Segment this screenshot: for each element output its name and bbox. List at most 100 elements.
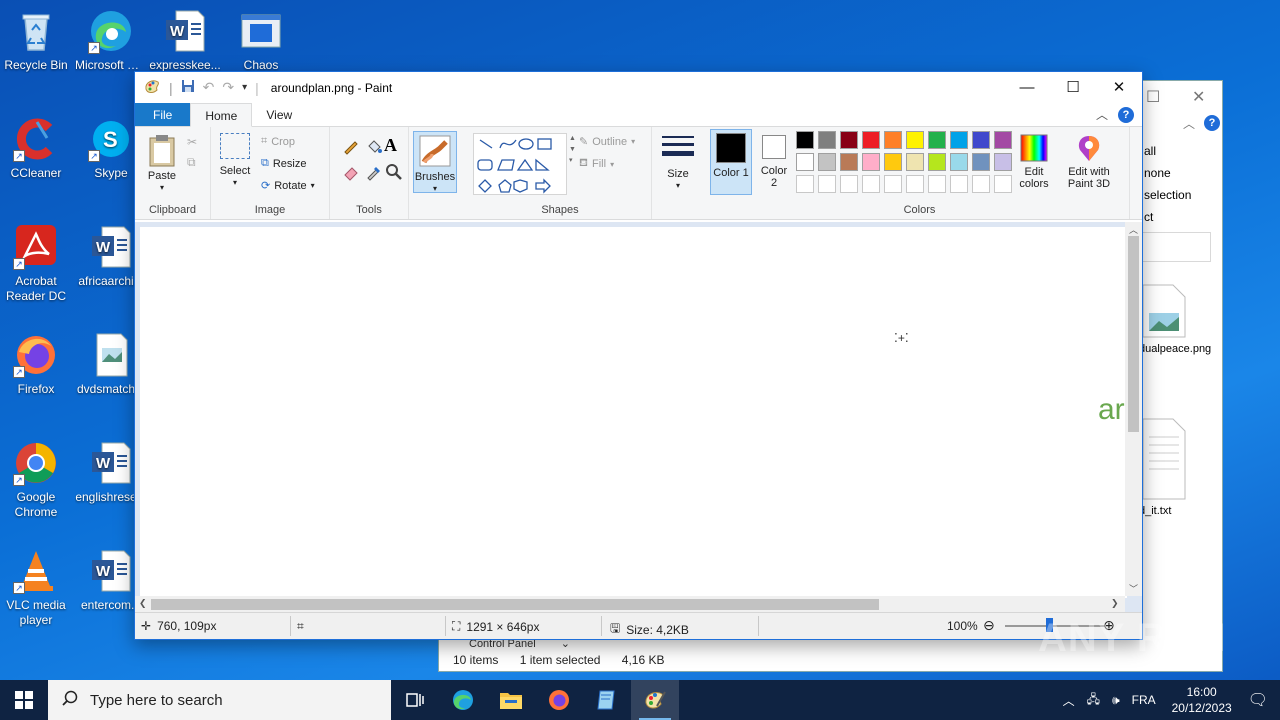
custom-color-slot[interactable] bbox=[994, 175, 1012, 193]
shapes-scroll[interactable]: ▲ ▼ ▾ bbox=[569, 133, 576, 166]
desktop-icon-expresskee[interactable]: W expresskee... bbox=[149, 8, 221, 73]
taskbar-app[interactable] bbox=[583, 680, 631, 720]
taskbar-firefox[interactable] bbox=[535, 680, 583, 720]
custom-color-slot[interactable] bbox=[796, 175, 814, 193]
paste-button[interactable]: Paste ▾ bbox=[143, 133, 181, 194]
fill-button[interactable]: ⛾ Fill ▾ bbox=[579, 157, 614, 171]
scroll-up-icon[interactable]: ︿ bbox=[1129, 223, 1138, 236]
palette-swatch[interactable] bbox=[884, 131, 902, 149]
file-item-d-it[interactable]: d_it.txt bbox=[1139, 417, 1187, 518]
palette-swatch[interactable] bbox=[906, 131, 924, 149]
custom-color-slot[interactable] bbox=[862, 175, 880, 193]
taskbar-paint[interactable] bbox=[631, 680, 679, 720]
start-button[interactable] bbox=[0, 680, 48, 720]
custom-color-slot[interactable] bbox=[840, 175, 858, 193]
close-icon[interactable]: ✕ bbox=[1192, 87, 1205, 107]
palette-swatch[interactable] bbox=[972, 153, 990, 171]
palette-swatch[interactable] bbox=[862, 131, 880, 149]
desktop-icon-edge[interactable]: ↗ Microsoft Edge bbox=[75, 8, 147, 73]
taskbar-search[interactable]: Type here to search bbox=[48, 680, 391, 720]
customize-qat-icon[interactable]: ▾ bbox=[242, 82, 247, 93]
vertical-scrollbar[interactable]: ︿ ﹀ bbox=[1125, 222, 1142, 596]
desktop-icon-acrobat[interactable]: ↗ Acrobat Reader DC bbox=[0, 224, 72, 304]
network-icon[interactable]: 🖧 bbox=[1087, 690, 1100, 711]
tab-file[interactable]: File bbox=[135, 103, 191, 126]
resize-button[interactable]: ⧉ Resize bbox=[261, 157, 306, 170]
select-button[interactable]: Select ▾ bbox=[217, 133, 253, 189]
chevron-up-icon[interactable]: ︿ bbox=[1183, 115, 1195, 132]
desktop-icon-ccleaner[interactable]: ↗ CCleaner bbox=[0, 116, 72, 181]
magnifier-icon[interactable] bbox=[385, 163, 403, 184]
palette-swatch[interactable] bbox=[796, 153, 814, 171]
scroll-down-icon[interactable]: ﹀ bbox=[1129, 582, 1138, 595]
palette-swatch[interactable] bbox=[818, 131, 836, 149]
desktop-icon-chrome[interactable]: ↗ Google Chrome bbox=[0, 440, 72, 520]
palette-swatch[interactable] bbox=[972, 131, 990, 149]
horizontal-scroll-thumb[interactable] bbox=[151, 599, 879, 610]
rotate-button[interactable]: ⟳ Rotate ▾ bbox=[261, 179, 315, 193]
brushes-button[interactable]: Brushes ▾ bbox=[413, 131, 457, 193]
palette-swatch[interactable] bbox=[950, 131, 968, 149]
shapes-gallery[interactable] bbox=[473, 133, 567, 195]
palette-swatch[interactable] bbox=[928, 153, 946, 171]
custom-color-slot[interactable] bbox=[906, 175, 924, 193]
color-picker-icon[interactable] bbox=[365, 163, 383, 184]
custom-color-slot[interactable] bbox=[884, 175, 902, 193]
desktop-icon-vlc[interactable]: ↗ VLC media player bbox=[0, 548, 72, 628]
desktop-icon-chaos[interactable]: Chaos bbox=[225, 8, 297, 73]
select-none-item[interactable]: none bbox=[1144, 166, 1171, 180]
pencil-icon[interactable] bbox=[342, 137, 360, 158]
scroll-right-icon[interactable]: ❯ bbox=[1111, 598, 1119, 609]
size-button[interactable]: Size ▾ bbox=[658, 133, 698, 192]
invert-selection-item[interactable]: selection bbox=[1144, 188, 1191, 202]
notification-icon[interactable]: 🗨 bbox=[1248, 690, 1268, 710]
copy-icon[interactable]: ⧉ bbox=[187, 155, 196, 170]
save-icon[interactable] bbox=[181, 79, 195, 96]
palette-swatch[interactable] bbox=[884, 153, 902, 171]
file-item-dualpeace[interactable]: dualpeace.png bbox=[1139, 283, 1219, 356]
outline-button[interactable]: ✎ Outline ▾ bbox=[579, 135, 635, 149]
cut-icon[interactable]: ✂ bbox=[187, 135, 197, 149]
minimize-icon[interactable]: — bbox=[1004, 72, 1050, 103]
scroll-left-icon[interactable]: ❮ bbox=[139, 598, 147, 609]
tab-home[interactable]: Home bbox=[190, 103, 253, 127]
color2-button[interactable]: Color 2 bbox=[754, 135, 794, 189]
close-icon[interactable]: ✕ bbox=[1096, 72, 1142, 103]
help-icon[interactable]: ? bbox=[1204, 115, 1220, 131]
palette-swatch[interactable] bbox=[840, 153, 858, 171]
custom-color-slot[interactable] bbox=[818, 175, 836, 193]
clock[interactable]: 16:00 20/12/2023 bbox=[1172, 684, 1232, 716]
custom-color-slot[interactable] bbox=[928, 175, 946, 193]
taskbar-edge[interactable] bbox=[439, 680, 487, 720]
desktop-icon-firefox[interactable]: ↗ Firefox bbox=[0, 332, 72, 397]
edit-colors-button[interactable]: Edit colors bbox=[1016, 133, 1052, 190]
color1-button[interactable]: Color 1 bbox=[710, 129, 752, 195]
volume-icon[interactable]: 🕪 bbox=[1112, 693, 1120, 708]
maximize-icon[interactable]: ☐ bbox=[1146, 87, 1160, 107]
custom-color-slot[interactable] bbox=[950, 175, 968, 193]
zoom-out-icon[interactable]: ⊖ bbox=[983, 617, 995, 634]
taskbar-file-explorer[interactable] bbox=[487, 680, 535, 720]
edit-paint3d-button[interactable]: Edit with Paint 3D bbox=[1062, 133, 1116, 190]
select-all-item[interactable]: all bbox=[1144, 144, 1156, 158]
palette-swatch[interactable] bbox=[906, 153, 924, 171]
drawing-canvas[interactable]: ⁚+⁚ ar bbox=[140, 227, 1127, 598]
text-tool-icon[interactable]: A bbox=[384, 135, 397, 156]
custom-color-slot[interactable] bbox=[972, 175, 990, 193]
palette-swatch[interactable] bbox=[950, 153, 968, 171]
search-input[interactable] bbox=[1139, 232, 1211, 262]
task-view-button[interactable] bbox=[391, 680, 439, 720]
tab-view[interactable]: View bbox=[252, 103, 306, 126]
palette-swatch[interactable] bbox=[994, 153, 1012, 171]
palette-swatch[interactable] bbox=[862, 153, 880, 171]
redo-icon[interactable]: ↷ bbox=[222, 79, 234, 96]
palette-swatch[interactable] bbox=[994, 131, 1012, 149]
maximize-icon[interactable]: ☐ bbox=[1050, 72, 1096, 103]
collapse-ribbon-icon[interactable]: ︿ bbox=[1096, 106, 1108, 123]
desktop-icon-recycle-bin[interactable]: Recycle Bin bbox=[0, 8, 72, 73]
palette-swatch[interactable] bbox=[818, 153, 836, 171]
fill-bucket-icon[interactable] bbox=[365, 137, 383, 158]
language-indicator[interactable]: FRA bbox=[1132, 693, 1156, 707]
help-icon[interactable]: ? bbox=[1118, 106, 1134, 123]
undo-icon[interactable]: ↶ bbox=[203, 79, 215, 96]
